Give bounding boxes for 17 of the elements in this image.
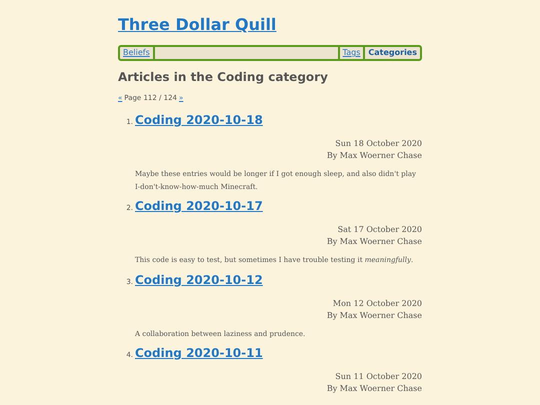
article-author: By Max Woerner Chase — [326, 310, 422, 322]
article-author: By Max Woerner Chase — [326, 150, 422, 162]
article-date: Sat 17 October 2020 — [338, 224, 422, 236]
article-title-link[interactable]: Coding 2020-10-11 — [135, 345, 263, 361]
article-date: Sun 11 October 2020 — [335, 371, 422, 383]
article-date: Mon 12 October 2020 — [332, 298, 422, 310]
site-title[interactable]: Three Dollar Quill — [118, 15, 276, 35]
article-date: Sun 18 October 2020 — [335, 138, 422, 150]
article-title-link[interactable]: Coding 2020-10-12 — [135, 272, 263, 288]
article-author: By Max Woerner Chase — [326, 383, 422, 395]
article-title-link[interactable]: Coding 2020-10-17 — [135, 198, 263, 214]
nav-link[interactable]: Categories — [365, 47, 420, 59]
article-author: By Max Woerner Chase — [326, 236, 422, 248]
article-title-link[interactable]: Coding 2020-10-18 — [135, 112, 263, 128]
page-heading: Articles in the Coding category — [118, 69, 329, 85]
nav-link[interactable]: Beliefs — [120, 47, 153, 59]
nav-link[interactable]: Tags — [340, 47, 364, 59]
